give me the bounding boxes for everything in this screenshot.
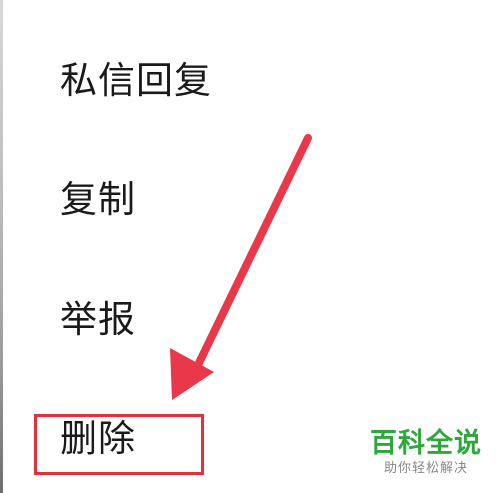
background-edge [0, 0, 3, 493]
menu-item-private-reply[interactable]: 私信回复 [60, 56, 212, 106]
menu-item-report[interactable]: 举报 [60, 295, 136, 345]
watermark-subtitle: 助你轻松解决 [383, 461, 468, 476]
delete-highlight-box [34, 414, 204, 475]
menu-item-copy[interactable]: 复制 [60, 175, 136, 225]
watermark: 百科全说 助你轻松解决 [366, 428, 486, 478]
context-menu-screen: 私信回复 复制 举报 删除 百科全说 助你轻松解决 [0, 0, 500, 493]
watermark-title: 百科全说 [370, 428, 482, 459]
